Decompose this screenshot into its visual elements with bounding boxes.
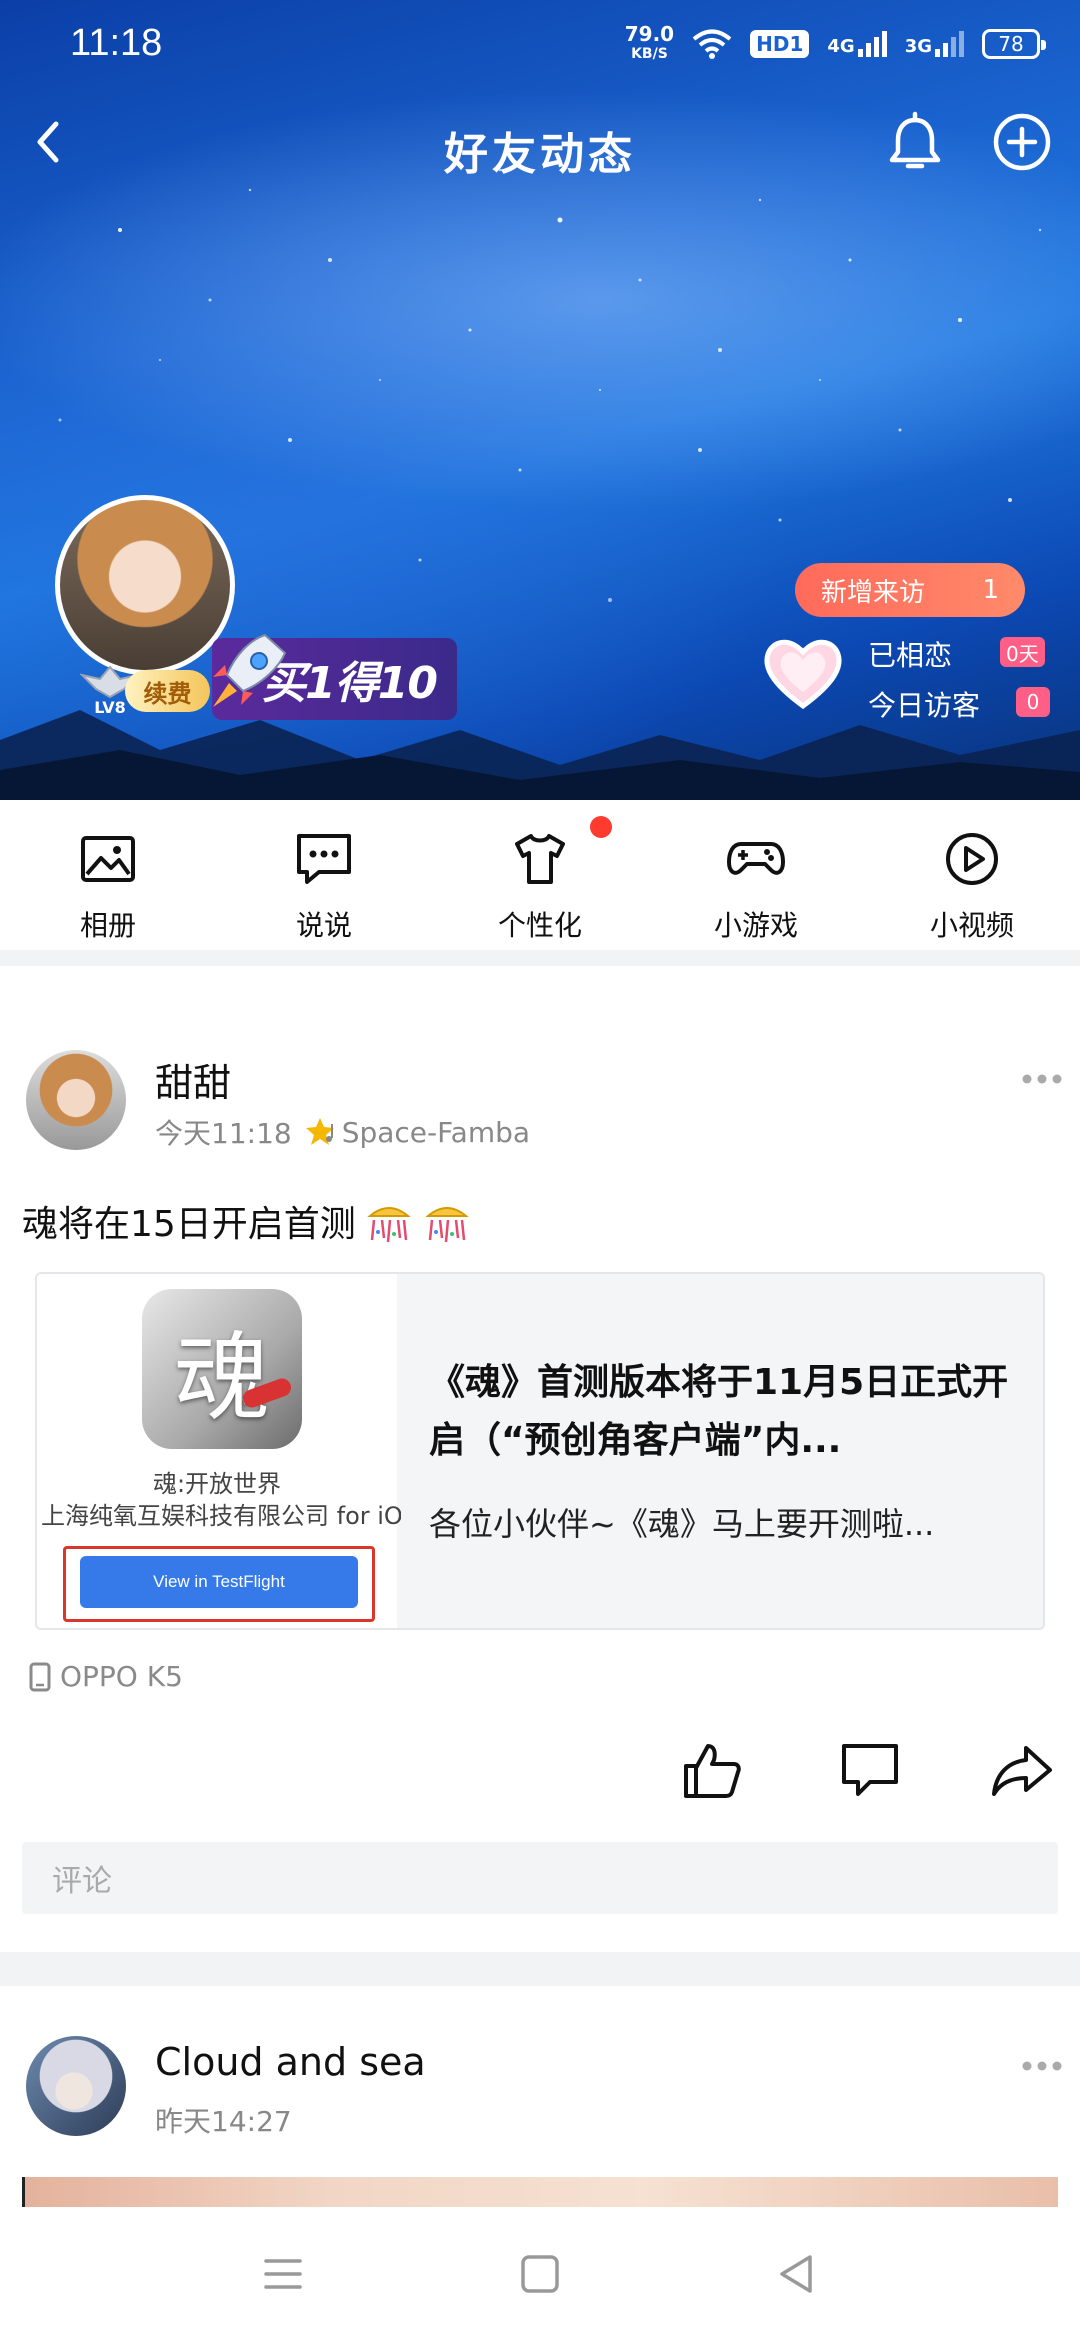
signal-4g: 4G — [827, 31, 887, 57]
new-visitors-label: 新增来访 — [821, 577, 926, 608]
together-stat: 已相恋 — [868, 634, 952, 674]
post-text: 魂将在15日开启首测 — [22, 1195, 472, 1247]
rocket-icon — [213, 633, 287, 707]
gamepad-icon — [727, 842, 785, 875]
feature-shortvideo-label: 小视频 — [929, 909, 1014, 942]
feature-moments[interactable]: 说说 — [216, 800, 432, 950]
post-time: 今天11:18 — [155, 1117, 292, 1150]
network-speed: 79.0 KB/S — [625, 24, 674, 64]
feature-shortvideo[interactable]: 小视频 — [864, 800, 1080, 950]
menu-icon[interactable] — [258, 2249, 308, 2299]
post-music[interactable]: Space-Famba — [342, 1116, 530, 1149]
post-image-preview[interactable] — [22, 2177, 1058, 2207]
wifi-icon — [692, 29, 732, 59]
play-circle-icon — [946, 833, 998, 885]
post-text-content: 魂将在15日开启首测 — [22, 1204, 356, 1245]
view-in-testflight-button[interactable]: View in TestFlight — [80, 1556, 358, 1608]
home-square-icon[interactable] — [515, 2249, 565, 2299]
music-star-icon — [305, 1118, 334, 1145]
post-meta: 今天11:18 Space-Famba — [155, 1112, 530, 1152]
tshirt-icon — [515, 834, 565, 884]
status-time: 11:18 — [70, 22, 163, 64]
more-options-icon[interactable] — [1022, 1073, 1062, 1085]
network-speed-unit: KB/S — [631, 46, 668, 62]
today-visitors-stat: 今日访客 — [868, 684, 980, 724]
post-device-name: OPPO K5 — [60, 1660, 183, 1693]
app-company: 上海纯氧互娱科技有限公司 for iOS — [41, 1502, 401, 1530]
network-speed-value: 79.0 — [624, 22, 675, 46]
network-type-1: 4G — [827, 36, 855, 57]
feature-album-label: 相册 — [79, 909, 136, 942]
feature-shortcuts: 相册 说说 个性化 小游戏 小视频 — [0, 800, 1080, 950]
post-time: 昨天14:27 — [155, 2105, 292, 2138]
feature-minigames[interactable]: 小游戏 — [648, 800, 864, 950]
fireworks-emoji-icon — [425, 1207, 469, 1243]
today-visitors-badge: 0 — [1016, 687, 1050, 717]
new-visitors-pill[interactable]: 新增来访 1 — [795, 563, 1025, 617]
post-author-name[interactable]: Cloud and sea — [155, 2040, 426, 2084]
feature-personalize-label: 个性化 — [497, 909, 582, 942]
signal-3g: 3G — [905, 31, 964, 57]
like-thumbs-up-icon[interactable] — [680, 1738, 744, 1802]
feature-album[interactable]: 相册 — [0, 800, 216, 950]
notification-dot — [590, 816, 612, 838]
new-visitors-count: 1 — [982, 575, 999, 605]
more-options-icon[interactable] — [1022, 2060, 1062, 2072]
comment-icon[interactable] — [838, 1738, 902, 1802]
back-triangle-icon[interactable] — [772, 2249, 822, 2299]
share-forward-icon[interactable] — [990, 1738, 1054, 1802]
phone-icon — [29, 1662, 51, 1691]
together-badge: 0天 — [1000, 637, 1045, 667]
fireworks-emoji-icon — [367, 1207, 411, 1243]
post-author-name[interactable]: 甜甜 — [155, 1052, 231, 1107]
top-navigation-bar: 好友动态 — [0, 100, 1080, 190]
feature-minigames-label: 小游戏 — [713, 909, 798, 942]
shared-link-card[interactable]: 魂 魂:开放世界 上海纯氧互娱科技有限公司 for iOS View in Te… — [35, 1272, 1045, 1630]
post-author-avatar[interactable] — [26, 2036, 126, 2136]
add-plus-icon[interactable] — [990, 110, 1054, 174]
status-bar: 11:18 79.0 KB/S HD1 4G 3G 78 — [0, 0, 1080, 96]
comment-input[interactable]: 评论 — [22, 1842, 1058, 1914]
battery-indicator: 78 — [982, 29, 1046, 59]
photo-album-icon — [81, 836, 135, 882]
chat-bubble-icon — [297, 834, 351, 884]
post-author-avatar[interactable] — [26, 1050, 126, 1150]
together-label: 已相恋 — [868, 639, 953, 672]
app-icon: 魂 — [142, 1289, 302, 1449]
section-divider — [0, 1952, 1080, 1986]
heart-icon[interactable] — [760, 632, 846, 712]
system-navigation-bar — [0, 2207, 1080, 2340]
card-description: 各位小伙伴~《魂》马上要开测啦... — [429, 1505, 935, 1543]
cover-header[interactable]: 11:18 79.0 KB/S HD1 4G 3G 78 好友动态 LV8 续费… — [0, 0, 1080, 800]
post-meta: 昨天14:27 — [155, 2100, 292, 2140]
feature-personalize[interactable]: 个性化 — [432, 800, 648, 950]
section-divider — [0, 950, 1080, 966]
card-thumbnail: 魂 魂:开放世界 上海纯氧互娱科技有限公司 for iOS View in Te… — [37, 1274, 401, 1628]
app-name: 魂:开放世界 — [152, 1470, 282, 1498]
post-device: OPPO K5 — [28, 1660, 183, 1693]
today-visitors-label: 今日访客 — [868, 689, 981, 722]
card-title: 《魂》首测版本将于11月5日正式开启（“预创角客户端”内... — [429, 1362, 1009, 1461]
bell-icon[interactable] — [880, 108, 950, 178]
hd-voice-badge: HD1 — [750, 30, 810, 58]
feature-moments-label: 说说 — [295, 909, 352, 942]
network-type-2: 3G — [904, 36, 932, 57]
